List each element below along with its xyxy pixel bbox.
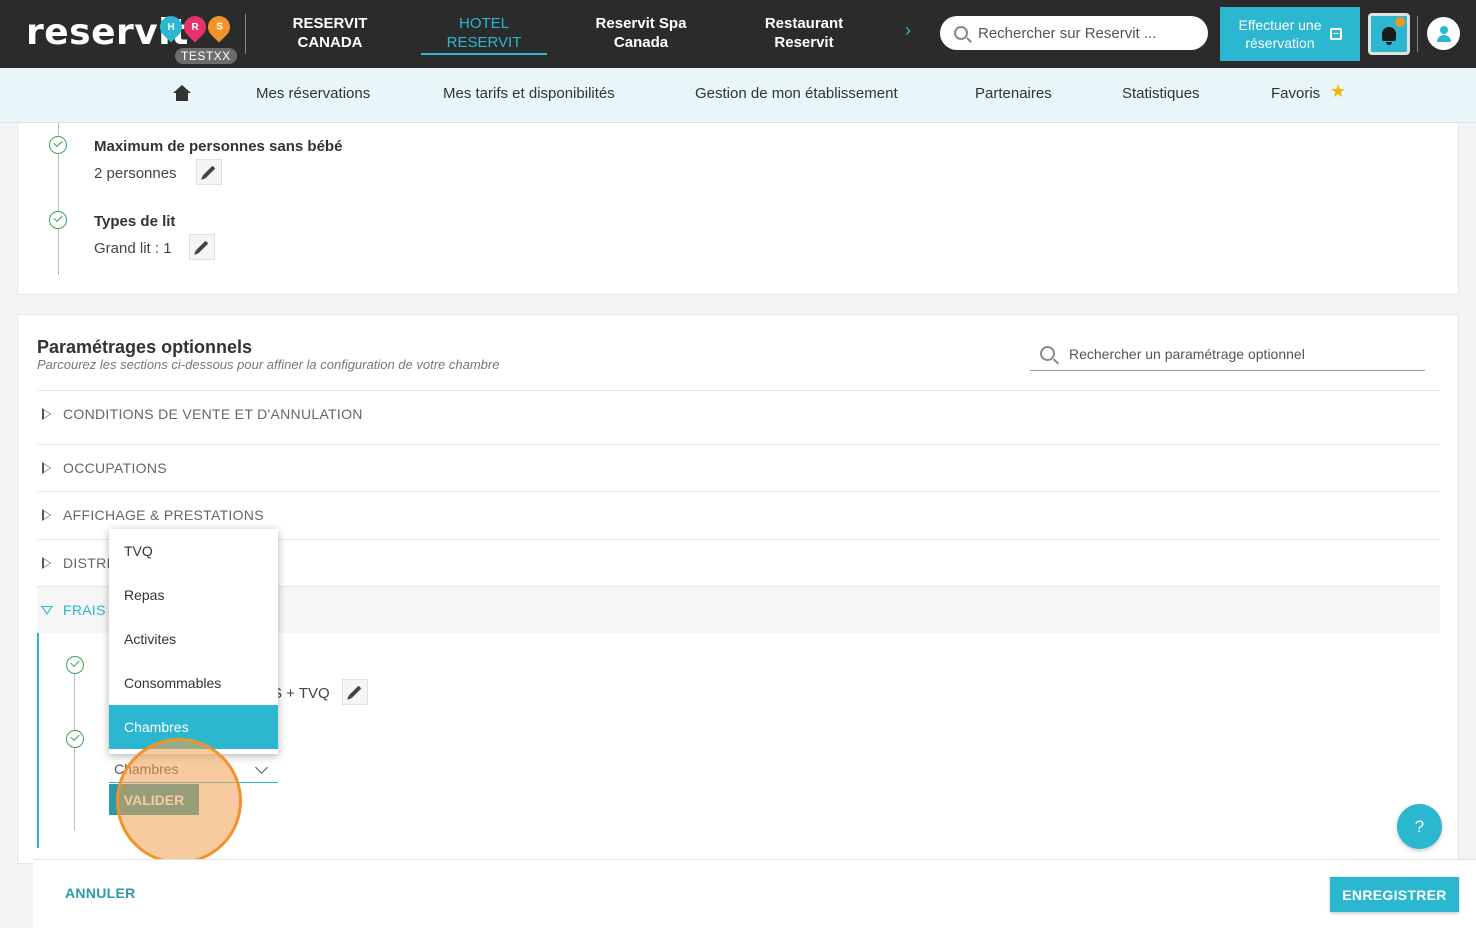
dropdown-option[interactable]: Consommables xyxy=(109,661,278,705)
search-placeholder: Rechercher sur Reservit ... xyxy=(978,24,1157,42)
nav-label: HOTEL xyxy=(458,15,509,32)
restaurant-pin-icon: R xyxy=(179,11,211,43)
nav-label: Restaurant xyxy=(764,15,844,32)
field-value: Grand lit : 1 xyxy=(94,240,172,257)
expand-triangle-icon xyxy=(42,462,51,474)
subnav-partenaires[interactable]: Partenaires xyxy=(975,85,1052,102)
book-label-line: Effectuer une xyxy=(1238,17,1322,33)
user-account-button[interactable] xyxy=(1427,17,1460,50)
field-title: Types de lit xyxy=(94,213,176,230)
tax-value: S + TVQ xyxy=(272,685,330,702)
product-pins: H R S xyxy=(155,11,235,43)
search-placeholder: Rechercher un paramétrage optionnel xyxy=(1069,345,1305,362)
section-label: AFFICHAGE & PRESTATIONS xyxy=(63,507,264,523)
spa-pin-icon: S xyxy=(203,11,235,43)
nav-label: CANADA xyxy=(297,34,363,51)
help-button[interactable]: ? xyxy=(1397,804,1442,849)
edit-button[interactable] xyxy=(342,679,368,705)
action-footer: ANNULER ENREGISTRER xyxy=(33,859,1476,928)
subnav-favoris[interactable]: Favoris xyxy=(1271,85,1320,102)
dropdown-option[interactable]: Repas xyxy=(109,573,278,617)
subnav-statistiques[interactable]: Statistiques xyxy=(1122,85,1200,102)
divider xyxy=(245,14,246,54)
chevron-right-icon[interactable]: › xyxy=(905,20,911,41)
book-label-line: réservation xyxy=(1245,35,1315,51)
top-bar: reservit H R S TESTXX RESERVIT CANADA HO… xyxy=(0,0,1476,68)
nav-label: RESERVIT xyxy=(446,34,522,51)
bell-icon xyxy=(1382,27,1396,45)
chevron-down-icon xyxy=(255,761,268,774)
expand-triangle-icon xyxy=(42,557,51,569)
subnav-tarifs[interactable]: Mes tarifs et disponibilités xyxy=(443,85,615,102)
cancel-button[interactable]: ANNULER xyxy=(65,885,136,901)
section-label: OCCUPATIONS xyxy=(63,460,167,476)
tax-type-select[interactable]: Chambres xyxy=(109,756,278,783)
section-label: FRAIS I xyxy=(63,602,115,618)
book-label: Effectuer une réservation xyxy=(1238,16,1321,52)
section-label: CONDITIONS DE VENTE ET D'ANNULATION xyxy=(63,406,363,422)
search-icon xyxy=(954,26,968,40)
nav-label: Reservit xyxy=(774,34,834,51)
check-circle-icon xyxy=(49,211,67,229)
room-details-card: Maximum de personnes sans bébé 2 personn… xyxy=(17,123,1459,295)
home-icon[interactable] xyxy=(173,85,191,101)
environment-badge: TESTXX xyxy=(175,48,237,64)
section-title: Paramétrages optionnels xyxy=(37,337,253,357)
pencil-icon xyxy=(202,165,216,179)
section-occupations[interactable]: OCCUPATIONS xyxy=(37,444,1440,491)
edit-button[interactable] xyxy=(196,159,222,185)
check-circle-icon xyxy=(49,136,67,154)
dropdown-option[interactable]: Activites xyxy=(109,617,278,661)
make-reservation-button[interactable]: Effectuer une réservation xyxy=(1220,7,1360,61)
field-value: 2 personnes xyxy=(94,165,177,182)
expand-triangle-icon xyxy=(42,408,51,420)
check-circle-icon xyxy=(66,730,84,748)
section-label: DISTRI xyxy=(63,555,111,571)
secondary-nav: Mes réservations Mes tarifs et disponibi… xyxy=(0,68,1476,123)
subnav-gestion[interactable]: Gestion de mon établissement xyxy=(695,85,898,102)
optional-search-input[interactable]: Rechercher un paramétrage optionnel xyxy=(1030,337,1425,371)
star-icon: ★ xyxy=(1330,81,1347,101)
pencil-icon xyxy=(348,685,362,699)
nav-reservit-canada[interactable]: RESERVIT CANADA xyxy=(280,14,380,52)
user-icon xyxy=(1436,25,1452,42)
notification-dot xyxy=(1395,17,1405,27)
global-search-input[interactable]: Rechercher sur Reservit ... xyxy=(940,16,1208,50)
tax-type-dropdown-menu: TVQ Repas Activites Consommables Chambre… xyxy=(109,529,278,754)
valider-button[interactable]: VALIDER xyxy=(109,784,199,815)
notifications-button[interactable] xyxy=(1368,13,1410,55)
nav-label: RESERVIT xyxy=(292,15,368,32)
field-title: Maximum de personnes sans bébé xyxy=(94,138,343,155)
subnav-reservations[interactable]: Mes réservations xyxy=(256,85,370,102)
save-button[interactable]: ENREGISTRER xyxy=(1330,877,1459,912)
section-conditions[interactable]: CONDITIONS DE VENTE ET D'ANNULATION xyxy=(37,390,1440,437)
expand-triangle-icon xyxy=(42,509,51,521)
section-subtitle: Parcourez les sections ci-dessous pour a… xyxy=(37,357,500,372)
collapse-triangle-icon xyxy=(41,606,53,615)
check-circle-icon xyxy=(66,656,84,674)
hotel-pin-icon: H xyxy=(155,11,187,43)
nav-label: Canada xyxy=(613,34,669,51)
dropdown-option[interactable]: TVQ xyxy=(109,529,278,573)
edit-button[interactable] xyxy=(189,234,215,260)
nav-label: Reservit Spa xyxy=(595,15,687,32)
nav-reservit-spa-canada[interactable]: Reservit Spa Canada xyxy=(585,14,697,52)
dropdown-option-selected[interactable]: Chambres xyxy=(109,705,278,749)
select-value: Chambres xyxy=(114,761,179,777)
nav-restaurant-reservit[interactable]: Restaurant Reservit xyxy=(750,14,858,52)
search-icon xyxy=(1040,346,1055,361)
pencil-icon xyxy=(195,240,209,254)
calendar-icon xyxy=(1329,28,1342,40)
divider xyxy=(1417,16,1418,52)
nav-hotel-reservit[interactable]: HOTEL RESERVIT xyxy=(421,14,547,55)
